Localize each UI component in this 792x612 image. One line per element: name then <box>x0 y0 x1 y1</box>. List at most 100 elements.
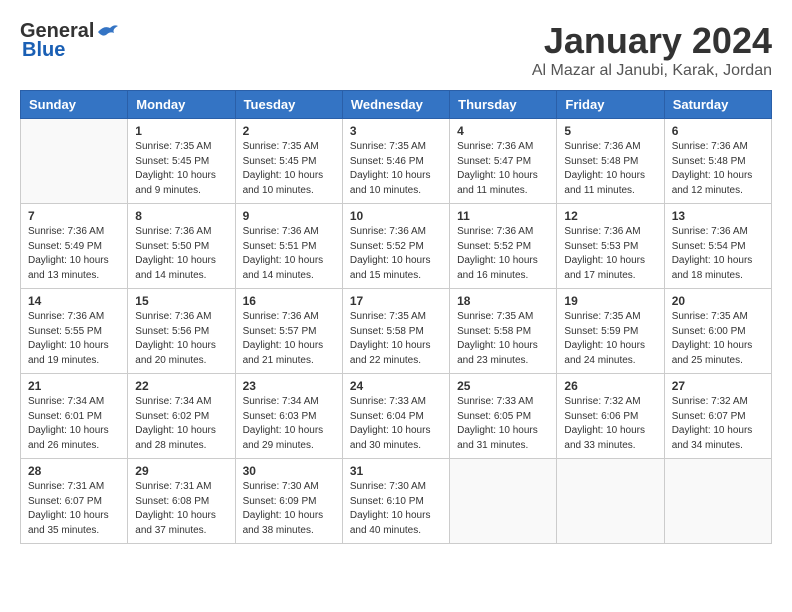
day-info: Sunrise: 7:35 AMSunset: 5:58 PMDaylight:… <box>350 310 442 368</box>
day-number: 9 <box>243 209 335 223</box>
day-info: Sunrise: 7:36 AMSunset: 5:52 PMDaylight:… <box>350 225 442 283</box>
day-number: 13 <box>672 209 764 223</box>
day-number: 2 <box>243 124 335 138</box>
weekday-header-tuesday: Tuesday <box>235 91 342 119</box>
day-number: 26 <box>564 379 656 393</box>
day-number: 22 <box>135 379 227 393</box>
day-number: 19 <box>564 294 656 308</box>
calendar-table: SundayMondayTuesdayWednesdayThursdayFrid… <box>20 90 772 544</box>
calendar-cell: 8Sunrise: 7:36 AMSunset: 5:50 PMDaylight… <box>128 204 235 289</box>
calendar-cell: 15 Sunrise: 7:36 AMSunset: 5:56 PMDayligh… <box>128 289 235 374</box>
calendar-cell: 11 Sunrise: 7:36 AMSunset: 5:52 PMDayligh… <box>450 204 557 289</box>
calendar-cell: 31Sunrise: 7:30 AMSunset: 6:10 PMDayligh… <box>342 459 449 544</box>
calendar-cell: 9 Sunrise: 7:36 AMSunset: 5:51 PMDaylight… <box>235 204 342 289</box>
day-number: 1 <box>135 124 227 138</box>
week-row-5: 28 Sunrise: 7:31 AMSunset: 6:07 PMDayligh… <box>21 459 772 544</box>
calendar-cell: 7 Sunrise: 7:36 AMSunset: 5:49 PMDaylight… <box>21 204 128 289</box>
calendar-cell: 3 Sunrise: 7:35 AMSunset: 5:46 PMDaylight… <box>342 119 449 204</box>
day-info: Sunrise: 7:36 AMSunset: 5:55 PMDaylight:… <box>28 310 120 368</box>
day-number: 11 <box>457 209 549 223</box>
calendar-cell: 6Sunrise: 7:36 AMSunset: 5:48 PMDaylight… <box>664 119 771 204</box>
calendar-cell <box>557 459 664 544</box>
day-info: Sunrise: 7:33 AMSunset: 6:04 PMDaylight:… <box>350 395 442 453</box>
calendar-cell: 1 Sunrise: 7:35 AMSunset: 5:45 PMDaylight… <box>128 119 235 204</box>
day-info: Sunrise: 7:36 AMSunset: 5:57 PMDaylight:… <box>243 310 335 368</box>
day-number: 8 <box>135 209 227 223</box>
day-info: Sunrise: 7:36 AMSunset: 5:52 PMDaylight:… <box>457 225 549 283</box>
day-info: Sunrise: 7:30 AMSunset: 6:10 PMDaylight:… <box>350 480 442 538</box>
day-info: Sunrise: 7:36 AMSunset: 5:48 PMDaylight:… <box>672 140 764 198</box>
day-number: 30 <box>243 464 335 478</box>
day-number: 7 <box>28 209 120 223</box>
day-number: 28 <box>28 464 120 478</box>
weekday-header-friday: Friday <box>557 91 664 119</box>
calendar-cell: 21 Sunrise: 7:34 AMSunset: 6:01 PMDayligh… <box>21 374 128 459</box>
calendar-cell: 30Sunrise: 7:30 AMSunset: 6:09 PMDayligh… <box>235 459 342 544</box>
logo-bird-icon <box>96 23 118 41</box>
calendar-cell: 16 Sunrise: 7:36 AMSunset: 5:57 PMDayligh… <box>235 289 342 374</box>
day-number: 14 <box>28 294 120 308</box>
day-number: 12 <box>564 209 656 223</box>
logo-blue: Blue <box>22 39 65 62</box>
day-number: 25 <box>457 379 549 393</box>
day-info: Sunrise: 7:32 AMSunset: 6:06 PMDaylight:… <box>564 395 656 453</box>
day-info: Sunrise: 7:35 AMSunset: 5:58 PMDaylight:… <box>457 310 549 368</box>
day-info: Sunrise: 7:36 AMSunset: 5:51 PMDaylight:… <box>243 225 335 283</box>
day-info: Sunrise: 7:33 AMSunset: 6:05 PMDaylight:… <box>457 395 549 453</box>
day-info: Sunrise: 7:31 AMSunset: 6:08 PMDaylight:… <box>135 480 227 538</box>
calendar-cell: 4 Sunrise: 7:36 AMSunset: 5:47 PMDaylight… <box>450 119 557 204</box>
weekday-header-thursday: Thursday <box>450 91 557 119</box>
day-info: Sunrise: 7:32 AMSunset: 6:07 PMDaylight:… <box>672 395 764 453</box>
week-row-2: 7 Sunrise: 7:36 AMSunset: 5:49 PMDaylight… <box>21 204 772 289</box>
day-number: 17 <box>350 294 442 308</box>
day-info: Sunrise: 7:35 AMSunset: 5:45 PMDaylight:… <box>135 140 227 198</box>
calendar-cell: 18 Sunrise: 7:35 AMSunset: 5:58 PMDayligh… <box>450 289 557 374</box>
calendar-cell: 17 Sunrise: 7:35 AMSunset: 5:58 PMDayligh… <box>342 289 449 374</box>
calendar-cell: 22 Sunrise: 7:34 AMSunset: 6:02 PMDayligh… <box>128 374 235 459</box>
location: Al Mazar al Janubi, Karak, Jordan <box>532 62 772 80</box>
day-number: 27 <box>672 379 764 393</box>
day-number: 10 <box>350 209 442 223</box>
calendar-cell <box>450 459 557 544</box>
calendar-cell: 28 Sunrise: 7:31 AMSunset: 6:07 PMDayligh… <box>21 459 128 544</box>
day-number: 23 <box>243 379 335 393</box>
calendar-cell: 24 Sunrise: 7:33 AMSunset: 6:04 PMDayligh… <box>342 374 449 459</box>
calendar-cell: 14 Sunrise: 7:36 AMSunset: 5:55 PMDayligh… <box>21 289 128 374</box>
day-number: 24 <box>350 379 442 393</box>
calendar-cell: 2 Sunrise: 7:35 AMSunset: 5:45 PMDaylight… <box>235 119 342 204</box>
day-info: Sunrise: 7:34 AMSunset: 6:03 PMDaylight:… <box>243 395 335 453</box>
day-info: Sunrise: 7:31 AMSunset: 6:07 PMDaylight:… <box>28 480 120 538</box>
day-number: 21 <box>28 379 120 393</box>
day-number: 3 <box>350 124 442 138</box>
logo: General Blue <box>20 20 118 62</box>
calendar-cell <box>664 459 771 544</box>
day-info: Sunrise: 7:35 AMSunset: 6:00 PMDaylight:… <box>672 310 764 368</box>
day-info: Sunrise: 7:35 AMSunset: 5:59 PMDaylight:… <box>564 310 656 368</box>
calendar-cell: 23 Sunrise: 7:34 AMSunset: 6:03 PMDayligh… <box>235 374 342 459</box>
page-header: General Blue January 2024 Al Mazar al Ja… <box>20 20 772 80</box>
day-number: 18 <box>457 294 549 308</box>
day-info: Sunrise: 7:35 AMSunset: 5:46 PMDaylight:… <box>350 140 442 198</box>
day-info: Sunrise: 7:36 AMSunset: 5:53 PMDaylight:… <box>564 225 656 283</box>
day-number: 4 <box>457 124 549 138</box>
week-row-4: 21 Sunrise: 7:34 AMSunset: 6:01 PMDayligh… <box>21 374 772 459</box>
week-row-1: 1 Sunrise: 7:35 AMSunset: 5:45 PMDaylight… <box>21 119 772 204</box>
day-info: Sunrise: 7:36 AMSunset: 5:49 PMDaylight:… <box>28 225 120 283</box>
week-row-3: 14 Sunrise: 7:36 AMSunset: 5:55 PMDayligh… <box>21 289 772 374</box>
day-number: 15 <box>135 294 227 308</box>
day-info: Sunrise: 7:36 AMSunset: 5:48 PMDaylight:… <box>564 140 656 198</box>
day-info: Sunrise: 7:34 AMSunset: 6:01 PMDaylight:… <box>28 395 120 453</box>
calendar-cell: 19 Sunrise: 7:35 AMSunset: 5:59 PMDayligh… <box>557 289 664 374</box>
calendar-cell: 25 Sunrise: 7:33 AMSunset: 6:05 PMDayligh… <box>450 374 557 459</box>
calendar-cell: 29Sunrise: 7:31 AMSunset: 6:08 PMDayligh… <box>128 459 235 544</box>
weekday-header-row: SundayMondayTuesdayWednesdayThursdayFrid… <box>21 91 772 119</box>
calendar-cell: 12 Sunrise: 7:36 AMSunset: 5:53 PMDayligh… <box>557 204 664 289</box>
day-info: Sunrise: 7:35 AMSunset: 5:45 PMDaylight:… <box>243 140 335 198</box>
day-info: Sunrise: 7:36 AMSunset: 5:47 PMDaylight:… <box>457 140 549 198</box>
day-number: 16 <box>243 294 335 308</box>
day-number: 5 <box>564 124 656 138</box>
day-info: Sunrise: 7:36 AMSunset: 5:56 PMDaylight:… <box>135 310 227 368</box>
calendar-cell: 13Sunrise: 7:36 AMSunset: 5:54 PMDayligh… <box>664 204 771 289</box>
day-info: Sunrise: 7:34 AMSunset: 6:02 PMDaylight:… <box>135 395 227 453</box>
weekday-header-saturday: Saturday <box>664 91 771 119</box>
